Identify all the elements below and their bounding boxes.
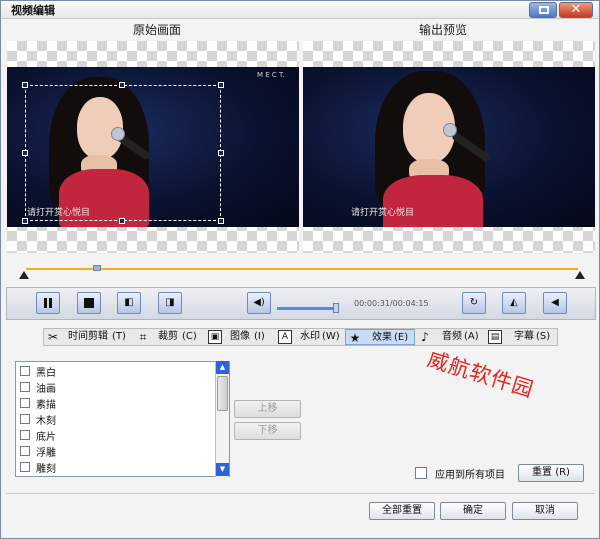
divider <box>6 493 595 494</box>
image-icon: ▣ <box>208 330 222 344</box>
volume-slider[interactable] <box>277 307 337 310</box>
stop-icon <box>84 298 94 308</box>
close-icon: ✕ <box>570 2 582 17</box>
reset-all-button[interactable]: 全部重置 <box>369 502 435 520</box>
effect-checkbox[interactable] <box>20 398 30 408</box>
original-panel-label: 原始画面 <box>133 23 182 37</box>
crop-selection-box[interactable] <box>25 85 221 221</box>
window-title: 视频编辑 <box>11 4 55 17</box>
timeline-track[interactable] <box>26 268 578 270</box>
crop-handle-right[interactable] <box>218 150 224 156</box>
pause-button[interactable] <box>36 292 60 314</box>
edit-tab-bar: ✂ 时间剪辑 (T) ⌗ 裁剪 (C) ▣ 图像 (I) A 水印 (W) ★ … <box>43 328 558 346</box>
flip-vertical-button[interactable]: ◀ <box>543 292 567 314</box>
trim-start-marker[interactable] <box>19 271 29 279</box>
output-panel-label: 输出预览 <box>419 23 468 37</box>
ok-button[interactable]: 确定 <box>440 502 506 520</box>
output-caption: 请打开赏心悦目 <box>351 208 415 218</box>
watermark-overlay-text: 威航软件园 <box>424 346 537 403</box>
playhead[interactable] <box>93 265 101 271</box>
crop-handle-bottom[interactable] <box>119 218 125 224</box>
playback-control-bar: ◧ ◨ ◀) 00:00:31/00:04:15 ↻ ◭ ◀ <box>6 287 596 320</box>
output-video-frame: 请打开赏心悦目 <box>303 67 595 227</box>
music-note-icon: ♪ <box>421 330 429 344</box>
scroll-thumb[interactable] <box>217 376 228 411</box>
apply-to-all-checkbox[interactable] <box>415 467 427 479</box>
speaker-icon: ◀) <box>253 297 265 308</box>
timecode-display: 00:00:31/00:04:15 <box>354 299 429 308</box>
volume-button[interactable]: ◀) <box>247 292 271 314</box>
tab-audio[interactable]: ♪ 音频 (A) <box>418 329 486 345</box>
cancel-button[interactable]: 取消 <box>512 502 578 520</box>
crop-icon: ⌗ <box>139 330 147 344</box>
star-icon: ★ <box>349 331 361 345</box>
video-edit-window: 视频编辑 ✕ 原始画面 输出预览 请打开赏心悦目 M E C T. 请打开赏心悦… <box>0 0 600 539</box>
watermark-icon: A <box>278 330 292 344</box>
crop-handle-top-left[interactable] <box>22 82 28 88</box>
tab-crop[interactable]: ⌗ 裁剪 (C) <box>136 329 206 345</box>
original-logo: M E C T. <box>257 71 285 79</box>
subtitle-icon: ▤ <box>488 330 502 344</box>
rotate-icon: ↻ <box>469 297 479 308</box>
set-end-button[interactable]: ◨ <box>158 292 182 314</box>
scissors-icon: ✂ <box>47 330 59 344</box>
set-start-button[interactable]: ◧ <box>117 292 141 314</box>
close-button[interactable]: ✕ <box>559 2 593 18</box>
stop-button[interactable] <box>77 292 101 314</box>
effect-checkbox[interactable] <box>20 366 30 376</box>
effects-list-scrollbar[interactable]: ▲ ▼ <box>215 361 229 477</box>
rotate-button[interactable]: ↻ <box>462 292 486 314</box>
crop-handle-top-right[interactable] <box>218 82 224 88</box>
flip-horizontal-icon: ◭ <box>510 297 518 308</box>
mark-in-icon: ◧ <box>124 297 134 308</box>
effects-list[interactable]: 黑白 油画 素描 木刻 底片 浮雕 雕刻 <box>15 361 230 477</box>
crop-handle-top[interactable] <box>119 82 125 88</box>
maximize-icon <box>539 6 549 14</box>
crop-handle-left[interactable] <box>22 150 28 156</box>
tab-image[interactable]: ▣ 图像 (I) <box>208 329 276 345</box>
flip-horizontal-button[interactable]: ◭ <box>502 292 526 314</box>
effect-checkbox[interactable] <box>20 462 30 472</box>
volume-slider-thumb[interactable] <box>333 303 339 313</box>
reset-button[interactable]: 重置 (R) <box>518 464 584 482</box>
title-bar: 视频编辑 ✕ <box>1 1 599 19</box>
move-up-button[interactable]: 上移 <box>234 400 301 418</box>
move-down-button[interactable]: 下移 <box>234 422 301 440</box>
trim-end-marker[interactable] <box>575 271 585 279</box>
effect-checkbox[interactable] <box>20 430 30 440</box>
mark-out-icon: ◨ <box>165 297 175 308</box>
flip-vertical-icon: ◀ <box>551 297 559 308</box>
effect-checkbox[interactable] <box>20 382 30 392</box>
crop-handle-bottom-left[interactable] <box>22 218 28 224</box>
tab-watermark[interactable]: A 水印 (W) <box>278 329 344 345</box>
scroll-down-arrow[interactable]: ▼ <box>216 463 229 476</box>
crop-handle-bottom-right[interactable] <box>218 218 224 224</box>
tab-effects[interactable]: ★ 效果 (E) <box>345 329 415 345</box>
tab-time-trim[interactable]: ✂ 时间剪辑 (T) <box>44 329 134 345</box>
effect-checkbox[interactable] <box>20 446 30 456</box>
pause-icon <box>37 293 59 313</box>
effect-checkbox[interactable] <box>20 414 30 424</box>
apply-to-all-label: 应用到所有项目 <box>435 470 505 481</box>
tab-subtitle[interactable]: ▤ 字幕 (S) <box>488 329 556 345</box>
scroll-up-arrow[interactable]: ▲ <box>216 361 229 374</box>
maximize-button[interactable] <box>529 2 557 18</box>
